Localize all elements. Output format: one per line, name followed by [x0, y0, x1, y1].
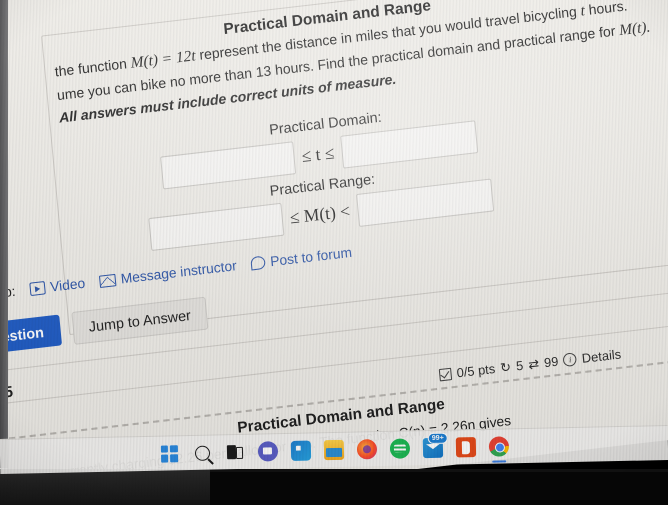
math-function-expression: M(t) = 12t: [129, 47, 197, 72]
search-icon[interactable]: [191, 442, 213, 464]
mail-icon[interactable]: 99+: [422, 432, 448, 459]
screen-left-bezel: [0, 0, 8, 468]
mail-icon: [98, 273, 117, 288]
spotify-icon[interactable]: [389, 437, 411, 459]
file-explorer-icon[interactable]: [323, 439, 345, 461]
photographed-screen: 3.75/5 pts ↻ 5 ⇄ 98 i Details Practical …: [0, 0, 668, 505]
start-icon[interactable]: [158, 442, 180, 464]
checkbox-icon: [438, 367, 453, 381]
chrome-icon[interactable]: [488, 435, 510, 463]
mail-badge: 99+: [427, 432, 448, 445]
microsoft-store-icon[interactable]: [290, 439, 312, 461]
desk-surface: [0, 469, 210, 505]
attempts-bottom: 5: [515, 357, 524, 374]
range-inequality-symbols: ≤ M(t) <: [289, 201, 351, 228]
details-link-bottom[interactable]: Details: [581, 347, 621, 366]
math-variable-t: t: [579, 2, 586, 20]
office-icon[interactable]: [455, 436, 477, 458]
undo-icon: ↻: [499, 359, 512, 376]
active-app-indicator: [492, 460, 507, 463]
body-line1-end: hours.: [587, 0, 629, 18]
submit-question-button[interactable]: mit Question: [0, 314, 62, 360]
info-icon[interactable]: i: [562, 352, 578, 368]
math-function-mt: M(t).: [618, 18, 652, 39]
transfer-icon: ⇄: [527, 356, 540, 373]
task-view-icon[interactable]: [224, 441, 246, 463]
transfer-bottom: 99: [543, 353, 560, 370]
firefox-icon[interactable]: [356, 438, 378, 460]
forum-icon: [250, 255, 266, 271]
domain-inequality-symbols: ≤ t ≤: [300, 142, 336, 167]
teams-icon[interactable]: [257, 440, 279, 462]
points-bottom: 0/5 pts: [455, 361, 496, 380]
video-icon: [29, 280, 46, 297]
body-prefix: the function: [54, 55, 128, 80]
